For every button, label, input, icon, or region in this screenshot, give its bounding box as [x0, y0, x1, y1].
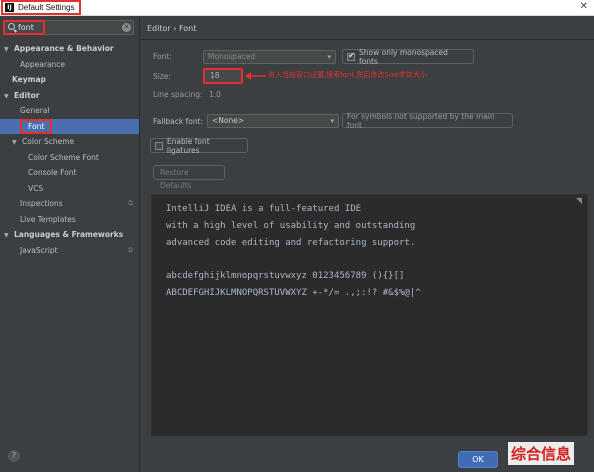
window-title: Default Settings — [18, 3, 75, 12]
tree-item-color-scheme-font[interactable]: Color Scheme Font — [0, 150, 139, 165]
settings-search-input[interactable]: font ✕ — [3, 20, 134, 35]
project-scope-icon: ⧉ — [128, 245, 133, 254]
tree-item-keymap[interactable]: Keymap — [0, 72, 139, 87]
tree-item-appearance-behavior[interactable]: ▼ Appearance & Behavior — [0, 41, 139, 56]
size-input[interactable]: 18 — [203, 68, 243, 84]
watermark: 综合信息 — [508, 442, 575, 465]
settings-content: Editor › Font Font: Monospaced ▾ Show on… — [141, 17, 594, 472]
font-preview[interactable]: ◥ IntelliJ IDEA is a full-featured IDE wi… — [151, 194, 588, 436]
tree-item-javascript[interactable]: JavaScript ⧉ — [0, 243, 139, 258]
checkbox-icon — [347, 51, 355, 61]
size-value: 18 — [210, 71, 220, 80]
preview-line: abcdefghijklmnopqrstuvwxyz 0123456789 ()… — [166, 271, 405, 281]
tree-item-label: Appearance & Behavior — [14, 44, 114, 53]
tree-item-inspections[interactable]: Inspections ⧉ — [0, 196, 139, 211]
font-select-value: Monospaced — [208, 52, 256, 61]
tree-item-vcs[interactable]: VCS — [0, 181, 139, 196]
preview-line: advanced code editing and refactoring su… — [166, 238, 416, 248]
search-icon — [8, 23, 15, 30]
fallback-hint: For symbols not supported by the main fo… — [342, 111, 513, 130]
enable-ligatures-checkbox[interactable]: Enable font ligatures — [150, 136, 248, 155]
line-spacing-label: Line spacing: — [153, 90, 203, 99]
settings-sidebar: font ✕ ▼ Appearance & Behavior Appearance K… — [0, 17, 140, 472]
fallback-font-select[interactable]: <None> ▾ — [207, 114, 339, 128]
tree-item-label: Console Font — [28, 168, 77, 177]
tree-item-label: Editor — [14, 90, 40, 100]
checkbox-icon — [155, 141, 163, 150]
breadcrumb: Editor › Font — [147, 24, 197, 33]
tree-item-languages-frameworks[interactable]: ▼ Languages & Frameworks — [0, 227, 139, 242]
font-label: Font: — [153, 52, 172, 61]
tree-item-label: Color Scheme — [22, 137, 75, 146]
expand-arrow-icon[interactable]: ▼ — [4, 42, 14, 57]
chevron-down-icon: ▾ — [327, 53, 331, 61]
ligatures-label: Enable font ligatures — [166, 136, 210, 155]
tree-item-label: Color Scheme Font — [28, 152, 99, 162]
expand-arrow-icon[interactable]: ▼ — [4, 89, 14, 104]
tree-item-live-templates[interactable]: Live Templates — [0, 212, 139, 227]
tree-item-label: Keymap — [12, 75, 46, 84]
show-monospaced-checkbox[interactable]: Show only monospaced fonts — [342, 47, 474, 66]
annotation-arrow-icon — [245, 72, 266, 80]
fallback-font-label: Fallback font: — [153, 117, 204, 126]
expand-arrow-icon[interactable]: ▼ — [4, 228, 14, 243]
fallback-hint-text: For symbols not supported by the main fo… — [347, 111, 495, 130]
preview-line: ABCDEFGHIJKLMNOPQRSTUVWXYZ +-*/= .,;:!? … — [166, 288, 421, 298]
tree-item-console-font[interactable]: Console Font — [0, 165, 139, 180]
tree-item-appearance[interactable]: Appearance — [0, 57, 139, 72]
intellij-icon: IJ — [5, 3, 14, 12]
tree-item-editor[interactable]: ▼ Editor — [0, 88, 139, 103]
ok-button[interactable]: OK — [458, 451, 498, 468]
tree-item-label: Inspections — [20, 199, 63, 208]
font-select[interactable]: Monospaced ▾ — [203, 50, 336, 64]
clear-search-icon[interactable]: ✕ — [122, 23, 131, 32]
tree-item-label: Languages & Frameworks — [14, 230, 124, 239]
chevron-down-icon: ▾ — [330, 117, 334, 125]
project-scope-icon: ⧉ — [128, 199, 133, 207]
tree-item-label: Live Templates — [20, 214, 76, 224]
tree-item-color-scheme[interactable]: ▼ Color Scheme — [0, 134, 139, 149]
preview-corner-icon: ◥ — [575, 196, 582, 205]
title-highlight: IJ Default Settings — [1, 0, 81, 15]
show-monospaced-label: Show only monospaced fonts — [359, 47, 448, 66]
tree-item-font[interactable]: Font — [0, 118, 139, 134]
expand-arrow-icon[interactable]: ▼ — [12, 135, 22, 150]
size-label: Size: — [153, 72, 171, 81]
line-spacing-value[interactable]: 1.0 — [209, 90, 221, 99]
title-bar: IJ Default Settings ✕ — [0, 0, 594, 16]
tree-item-label: General — [20, 106, 50, 115]
tree-item-label: VCS — [28, 183, 44, 193]
divider — [141, 39, 594, 40]
help-icon[interactable]: ? — [8, 450, 20, 462]
restore-defaults-button[interactable]: Restore Defaults — [153, 165, 225, 190]
preview-line: IntelliJ IDEA is a full-featured IDE — [166, 204, 362, 214]
annotation-text: 进入当前窗口设置,搜索font,然后修改Size字体大小 — [268, 71, 427, 79]
fallback-font-value: <None> — [212, 116, 245, 125]
tree-item-label: Font — [20, 118, 53, 134]
close-icon[interactable]: ✕ — [580, 1, 588, 12]
preview-line: with a high level of usability and outst… — [166, 221, 416, 231]
tree-item-label: Appearance — [20, 59, 66, 69]
search-value: font — [18, 23, 34, 32]
tree-item-general[interactable]: General — [0, 103, 139, 118]
tree-item-label: JavaScript — [20, 245, 58, 255]
